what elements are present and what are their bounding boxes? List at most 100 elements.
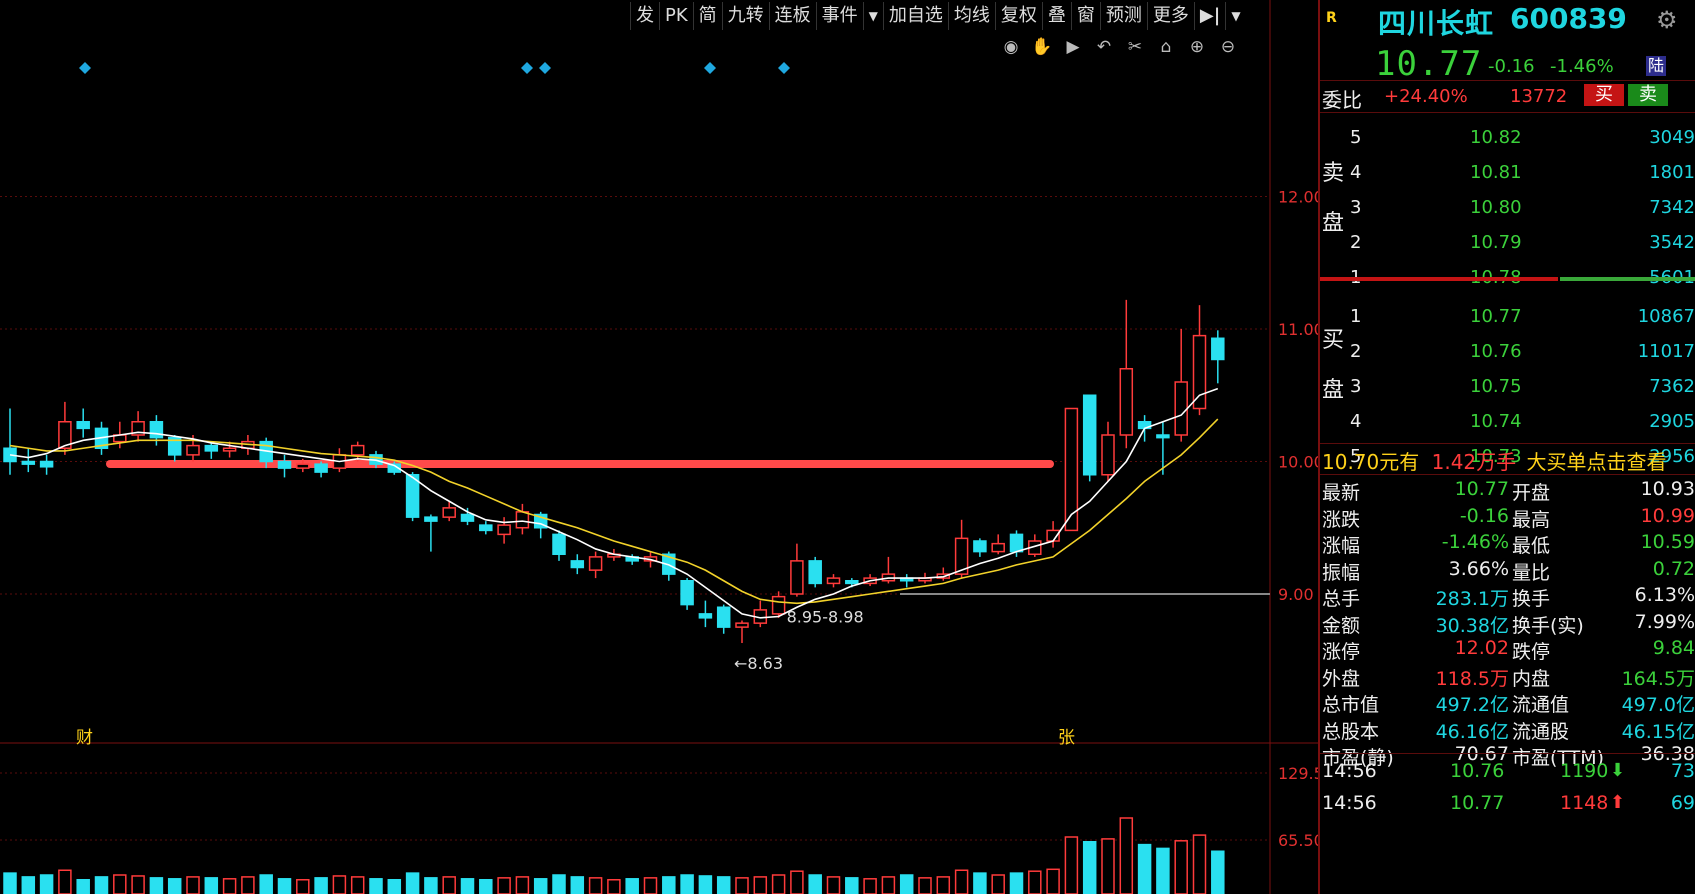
volume-bar	[735, 877, 749, 894]
big-order-link[interactable]: 大买单点击查看	[1527, 450, 1667, 474]
sell-vol: 3542	[1649, 232, 1695, 253]
stock-code: 600839	[1510, 2, 1627, 35]
candle-body	[680, 580, 694, 606]
volume-bar	[936, 876, 951, 894]
toolbar-item-6[interactable]: 加自选	[882, 1, 948, 30]
volume-bar	[845, 877, 859, 894]
marker-zhang: 张	[1058, 728, 1075, 748]
lock-icon[interactable]: ⌂	[1155, 36, 1177, 58]
candle-body	[1082, 394, 1097, 476]
sell-price[interactable]: 10.80	[1470, 197, 1522, 218]
volume-bar	[222, 878, 237, 894]
tick-vol: 1190	[1560, 760, 1609, 782]
candle-body	[149, 421, 164, 439]
volume-bar	[1156, 847, 1170, 894]
candle-body	[716, 606, 731, 628]
toolbar-item-0[interactable]: 发	[630, 1, 659, 30]
candle-body	[350, 444, 365, 456]
volume-bar	[369, 878, 383, 894]
volume-bar	[387, 879, 402, 894]
hand-icon[interactable]: ✋	[1031, 36, 1053, 58]
volume-bar	[680, 874, 694, 894]
sell-price[interactable]: 10.82	[1470, 127, 1522, 148]
stat-value: 118.5万	[1435, 667, 1509, 690]
tick-n: 73	[1670, 760, 1695, 782]
tick-time: 14:56	[1322, 760, 1377, 782]
buy-ratio-bar	[1560, 277, 1695, 281]
scissors-icon[interactable]: ✂	[1124, 36, 1146, 58]
toolbar-item-4[interactable]: 连板	[768, 1, 816, 30]
big-order-row[interactable]: 10.70元有 1.42万手 大买单点击查看	[1322, 446, 1667, 475]
volume-bar	[643, 877, 658, 894]
candle-body	[442, 507, 456, 518]
volume-bar	[973, 872, 987, 894]
sell-button[interactable]: 卖	[1628, 84, 1668, 106]
candle-body	[204, 444, 219, 452]
buy-price[interactable]: 10.75	[1470, 376, 1522, 397]
buy-price[interactable]: 10.77	[1470, 306, 1522, 327]
candle-body	[186, 444, 200, 456]
volume-bar	[515, 876, 530, 894]
buy-lvl: 1	[1350, 306, 1362, 327]
volume-bar	[3, 872, 17, 894]
volume-bar	[899, 874, 914, 894]
buy-price[interactable]: 10.74	[1470, 411, 1522, 432]
undo-icon[interactable]: ↶	[1093, 36, 1115, 58]
toolbar-item-10[interactable]: 窗	[1070, 1, 1100, 30]
toolbar-item-2[interactable]: 简	[692, 1, 722, 30]
volume-bar	[698, 875, 713, 894]
volume-bar	[1101, 838, 1115, 894]
volume-bar	[790, 870, 804, 894]
sell-label-1: 卖	[1322, 161, 1345, 186]
volume-axis-label: 65.50	[1278, 831, 1318, 850]
candle-body	[735, 622, 749, 628]
volume-bar	[625, 878, 639, 894]
stat-value: 164.5万	[1621, 667, 1695, 690]
toolbar-item-8[interactable]: 复权	[994, 1, 1042, 30]
toolbar-item-11[interactable]: 预测	[1099, 1, 1147, 30]
price-axis-label: 11.00	[1278, 320, 1318, 339]
toolbar-item-12[interactable]: 更多	[1146, 1, 1194, 30]
stat-label: 最新	[1322, 482, 1361, 504]
volume-bar	[588, 877, 603, 894]
toolbar-item-7[interactable]: 均线	[947, 1, 995, 30]
candle-body	[1101, 434, 1115, 476]
lu-tag[interactable]: 陆	[1646, 56, 1667, 76]
sell-price[interactable]: 10.81	[1470, 162, 1522, 183]
candle-body	[39, 460, 54, 468]
stat-label: 金额	[1322, 614, 1361, 637]
stat-label: 量比	[1512, 561, 1551, 584]
zoom-out-icon[interactable]: ⊖	[1217, 36, 1239, 58]
toolbar-collapse-icon[interactable]: ▶|	[1193, 1, 1225, 30]
price-axis-label: 10.00	[1278, 453, 1318, 472]
volume-bar	[204, 877, 219, 894]
tick-price: 10.77	[1450, 792, 1505, 814]
eye-icon[interactable]: ◉	[1000, 36, 1022, 58]
stat-value: 12.02	[1454, 637, 1509, 659]
sell-price[interactable]: 10.79	[1470, 232, 1522, 253]
stock-change-pct: -1.46%	[1550, 56, 1614, 77]
toolbar-item-1[interactable]: PK	[659, 1, 693, 30]
zoom-in-icon[interactable]: ⊕	[1186, 36, 1208, 58]
buy-price[interactable]: 10.76	[1470, 341, 1522, 362]
candle-body	[698, 613, 713, 619]
stat-label: 流通股	[1512, 720, 1570, 743]
stat-label: 流通值	[1512, 694, 1570, 716]
volume-bar	[424, 877, 438, 894]
toolbar-dropdown-arrow[interactable]: ▼	[862, 1, 883, 30]
buy-button[interactable]: 买	[1584, 84, 1624, 106]
candle-body	[497, 524, 511, 536]
toolbar-item-5[interactable]: 事件	[815, 1, 863, 30]
candle-body	[314, 463, 328, 473]
play-icon[interactable]: ▶	[1062, 36, 1084, 58]
toolbar-item-9[interactable]: 叠	[1041, 1, 1071, 30]
volume-axis-label: 129.5	[1278, 764, 1318, 783]
toolbar-more-arrow[interactable]: ▼	[1225, 1, 1245, 30]
arrow-down-icon: ⬇	[1610, 760, 1626, 781]
kline-chart[interactable]: 12.00 11.00 10.00 9.00 129.5 65.50 ←8.63 8.95-8…	[0, 0, 1318, 894]
gear-icon[interactable]: ⚙	[1656, 6, 1678, 34]
event-marker-icon	[778, 62, 790, 74]
volume-bar	[881, 876, 896, 894]
candle-body	[790, 560, 804, 595]
toolbar-item-3[interactable]: 九转	[721, 1, 769, 30]
